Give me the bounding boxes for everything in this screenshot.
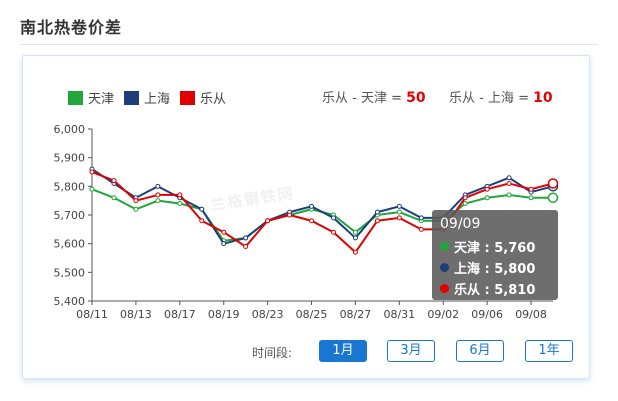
data-point	[484, 186, 490, 192]
data-point	[155, 198, 161, 204]
data-point	[506, 180, 512, 186]
data-point	[528, 186, 534, 192]
x-tick-label: 08/25	[296, 308, 328, 321]
data-point	[352, 229, 358, 235]
data-point	[133, 198, 139, 204]
data-point	[352, 249, 358, 255]
data-point	[199, 218, 205, 224]
data-point	[309, 203, 315, 209]
chart-tooltip: 09/09 天津 : 5,760 上海 : 5,800 乐从 : 5,810	[432, 210, 558, 300]
tooltip-dot-lecong	[440, 284, 449, 293]
x-tick-label: 08/17	[164, 308, 196, 321]
data-point	[462, 195, 468, 201]
data-point	[309, 218, 315, 224]
x-tick-label: 09/02	[427, 308, 459, 321]
data-point	[111, 195, 117, 201]
x-tick-label: 08/27	[340, 308, 372, 321]
x-tick-label: 08/13	[120, 308, 152, 321]
data-point	[484, 195, 490, 201]
y-tick-label: 5,600	[54, 238, 86, 251]
data-point	[396, 209, 402, 215]
data-point	[221, 241, 227, 247]
period-button-1y[interactable]: 1年	[525, 340, 573, 362]
tooltip-row-tianjin: 天津 : 5,760	[440, 236, 550, 257]
x-tick-label: 09/06	[471, 308, 503, 321]
data-point	[155, 183, 161, 189]
data-point	[396, 203, 402, 209]
data-point	[330, 229, 336, 235]
period-button-3m[interactable]: 3月	[387, 340, 435, 362]
y-tick-label: 5,500	[54, 266, 86, 279]
data-point	[418, 215, 424, 221]
y-tick-label: 6,000	[54, 123, 86, 136]
data-point	[330, 215, 336, 221]
data-point	[89, 186, 95, 192]
data-point	[199, 206, 205, 212]
data-point	[243, 244, 249, 250]
data-point	[352, 235, 358, 241]
data-point	[265, 218, 271, 224]
data-point	[506, 192, 512, 198]
data-point	[547, 178, 559, 189]
tooltip-dot-tianjin	[440, 242, 449, 251]
tooltip-value-lecong: 乐从 : 5,810	[454, 283, 536, 298]
y-tick-label: 5,700	[54, 209, 86, 222]
data-point	[528, 195, 534, 201]
data-point	[547, 192, 559, 204]
tooltip-row-shanghai: 上海 : 5,800	[440, 257, 550, 278]
data-point	[418, 226, 424, 232]
tooltip-date: 09/09	[440, 216, 481, 232]
data-point	[396, 215, 402, 221]
data-point	[374, 218, 380, 224]
data-point	[133, 206, 139, 212]
period-button-6m[interactable]: 6月	[456, 340, 504, 362]
tooltip-value-tianjin: 天津 : 5,760	[454, 241, 536, 256]
y-tick-label: 5,900	[54, 152, 86, 165]
period-button-1m[interactable]: 1月	[319, 340, 367, 362]
data-point	[177, 201, 183, 207]
data-point	[155, 192, 161, 198]
x-tick-label: 08/19	[208, 308, 240, 321]
x-tick-label: 08/23	[252, 308, 284, 321]
x-tick-label: 08/11	[76, 308, 108, 321]
data-point	[462, 201, 468, 207]
x-tick-label: 08/31	[383, 308, 415, 321]
tooltip-dot-shanghai	[440, 263, 449, 272]
x-tick-label: 09/08	[515, 308, 547, 321]
data-point	[221, 229, 227, 235]
data-point	[287, 212, 293, 218]
period-label: 时间段:	[252, 346, 293, 360]
data-point	[243, 235, 249, 241]
data-point	[506, 175, 512, 181]
data-point	[89, 169, 95, 175]
data-point	[374, 209, 380, 215]
y-tick-label: 5,800	[54, 180, 86, 193]
data-point	[111, 178, 117, 184]
data-point	[177, 192, 183, 198]
tooltip-value-shanghai: 上海 : 5,800	[454, 262, 536, 277]
y-tick-label: 5,400	[54, 295, 86, 308]
tooltip-row-lecong: 乐从 : 5,810	[440, 278, 550, 299]
